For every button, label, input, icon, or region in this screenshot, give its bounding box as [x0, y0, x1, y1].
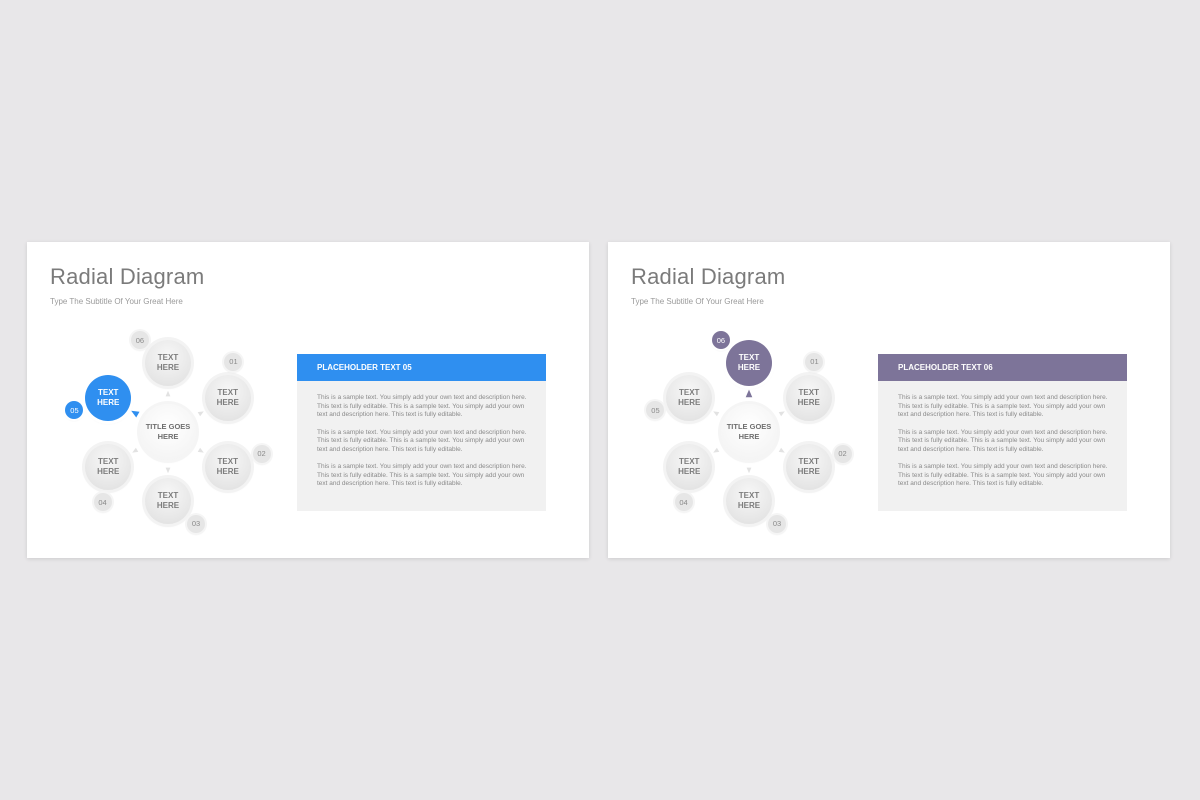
- node-05[interactable]: TEXT HERE: [85, 374, 132, 421]
- badge-01: 01: [805, 352, 824, 371]
- arrow-icon: [713, 411, 720, 417]
- description-panel: PLACEHOLDER TEXT 05 This is a sample tex…: [297, 354, 546, 511]
- badge-03: 03: [768, 514, 787, 533]
- badge-03: 03: [187, 514, 206, 533]
- arrow-icon: [745, 389, 753, 398]
- node-06[interactable]: TEXT HERE: [145, 340, 191, 386]
- badge-05: 05: [646, 401, 665, 420]
- panel-header: PLACEHOLDER TEXT 05: [297, 354, 546, 381]
- center-node: TITLE GOES HERE: [721, 404, 777, 460]
- arrow-icon: [197, 447, 204, 453]
- radial-diagram: TITLE GOES HERE TEXT HERE TEXT HERE TEXT…: [608, 242, 888, 558]
- arrow-icon: [778, 411, 785, 417]
- panel-header: PLACEHOLDER TEXT 06: [878, 354, 1127, 381]
- badge-04: 04: [93, 493, 112, 512]
- arrow-icon: [778, 447, 785, 453]
- node-04[interactable]: TEXT HERE: [85, 443, 132, 490]
- node-03[interactable]: TEXT HERE: [145, 478, 191, 524]
- node-03[interactable]: TEXT HERE: [726, 478, 772, 524]
- panel-paragraph: This is a sample text. You simply add yo…: [898, 463, 1108, 487]
- arrow-icon: [131, 410, 140, 418]
- panel-paragraph: This is a sample text. You simply add yo…: [317, 428, 527, 453]
- node-05[interactable]: TEXT HERE: [666, 374, 713, 421]
- badge-04: 04: [674, 493, 693, 512]
- arrow-icon: [165, 390, 171, 397]
- node-02[interactable]: TEXT HERE: [204, 443, 251, 490]
- arrow-icon: [713, 447, 720, 453]
- slide-1: Radial Diagram Type The Subtitle Of Your…: [27, 242, 589, 558]
- arrow-icon: [132, 447, 139, 453]
- badge-01: 01: [224, 352, 243, 371]
- panel-paragraph: This is a sample text. You simply add yo…: [898, 428, 1108, 453]
- badge-02: 02: [833, 444, 852, 463]
- node-01[interactable]: TEXT HERE: [204, 374, 251, 421]
- badge-06: 06: [711, 331, 730, 350]
- panel-paragraph: This is a sample text. You simply add yo…: [317, 463, 527, 487]
- arrow-icon: [197, 411, 204, 417]
- node-01[interactable]: TEXT HERE: [785, 374, 832, 421]
- center-node: TITLE GOES HERE: [140, 404, 196, 460]
- description-panel: PLACEHOLDER TEXT 06 This is a sample tex…: [878, 354, 1127, 511]
- node-06[interactable]: TEXT HERE: [726, 340, 772, 386]
- radial-diagram: TITLE GOES HERE TEXT HERE TEXT HERE TEXT…: [27, 242, 307, 558]
- panel-paragraph: This is a sample text. You simply add yo…: [317, 394, 527, 418]
- node-04[interactable]: TEXT HERE: [666, 443, 713, 490]
- badge-06: 06: [130, 331, 149, 350]
- badge-05: 05: [65, 401, 84, 420]
- panel-body: This is a sample text. You simply add yo…: [878, 381, 1127, 489]
- slide-2: Radial Diagram Type The Subtitle Of Your…: [608, 242, 1170, 558]
- panel-paragraph: This is a sample text. You simply add yo…: [898, 394, 1108, 418]
- node-02[interactable]: TEXT HERE: [785, 443, 832, 490]
- panel-body: This is a sample text. You simply add yo…: [297, 381, 546, 489]
- badge-02: 02: [252, 444, 271, 463]
- arrow-icon: [165, 467, 171, 474]
- arrow-icon: [746, 467, 752, 474]
